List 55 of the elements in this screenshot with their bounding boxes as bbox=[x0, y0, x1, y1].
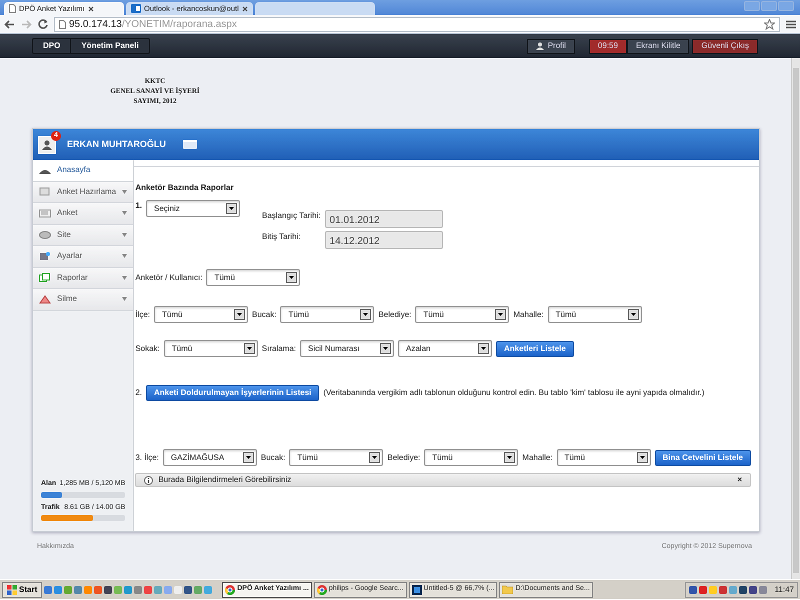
lock-screen-button[interactable]: Ekranı Kilitle bbox=[626, 38, 690, 54]
url-text: 95.0.174.13/YONETIM/raporana.aspx bbox=[69, 18, 237, 32]
field-label: Belediye: bbox=[378, 308, 412, 320]
dropdown[interactable]: Seçiniz bbox=[146, 200, 240, 217]
dropdown[interactable]: Tümü bbox=[415, 306, 510, 323]
dropdown[interactable]: Tümü bbox=[289, 449, 384, 466]
sidebar-item[interactable]: Raporlar bbox=[33, 268, 134, 289]
sidebar-item[interactable]: Ayarlar bbox=[33, 246, 134, 268]
user-name: ERKAN MUHTAROĞLU bbox=[67, 138, 167, 151]
dropdown[interactable]: Tümü bbox=[164, 340, 258, 357]
action-button[interactable]: Anketleri Listele bbox=[496, 340, 574, 356]
close-button[interactable]: × bbox=[737, 474, 742, 486]
field-label: Sıralama: bbox=[262, 342, 296, 354]
sidebar-item[interactable]: Anket Hazırlama bbox=[33, 182, 134, 203]
sidebar-item[interactable]: Anasayfa bbox=[33, 160, 134, 182]
dropdown[interactable]: Tümü bbox=[206, 269, 300, 286]
field-label: Bucak: bbox=[252, 308, 276, 320]
field-label: Başlangıç Tarihi: bbox=[262, 210, 321, 222]
date-field[interactable]: 01.01.2012 bbox=[324, 210, 443, 228]
clock-text: 11:47 bbox=[774, 584, 794, 596]
field-label: Bitiş Tarihi: bbox=[262, 231, 302, 243]
timer-text: 09:59 bbox=[588, 38, 627, 54]
field-label: İlçe: bbox=[135, 308, 150, 320]
field-label: 2. bbox=[135, 387, 142, 399]
field-label: Mahalle: bbox=[522, 452, 553, 464]
field-label: Mahalle: bbox=[513, 308, 544, 320]
field-label: (Veritabanında vergikim adlı tablonun olduğunu kontrol edin. Bu tablo 'kim' tablosu ile ayni yapıda olmalıdır.) bbox=[323, 387, 704, 399]
action-button[interactable]: Anketi Doldurulmayan İşyerlerinin Listesi bbox=[146, 385, 320, 401]
info-text: Burada Bilgilendirmeleri Görebilirsiniz bbox=[158, 474, 292, 486]
date-field[interactable]: 14.12.2012 bbox=[324, 231, 443, 249]
field-label: 3. İlçe: bbox=[135, 452, 159, 464]
sidebar-item[interactable]: Silme bbox=[33, 289, 134, 310]
breadcrumb-link[interactable]: DPO bbox=[33, 39, 70, 53]
start-button[interactable]: Start bbox=[2, 582, 42, 598]
field-label: Belediye: bbox=[387, 452, 420, 464]
address-bar[interactable]: 95.0.174.13/YONETIM/raporana.aspx bbox=[54, 16, 780, 32]
field-label: Bucak: bbox=[260, 452, 286, 464]
dropdown[interactable]: Tümü bbox=[154, 306, 248, 323]
dropdown[interactable]: Azalan bbox=[398, 340, 492, 357]
sidebar-item[interactable]: Anket bbox=[33, 203, 134, 224]
dropdown[interactable]: GAZİMAĞUSA bbox=[162, 449, 257, 466]
profile-button[interactable]: Profil bbox=[526, 38, 575, 54]
dropdown[interactable]: Sicil Numarası bbox=[300, 340, 394, 357]
dropdown[interactable]: Tümü bbox=[556, 449, 651, 466]
dropdown[interactable]: Tümü bbox=[548, 306, 642, 323]
field-label: Anketör / Kullanıcı: bbox=[135, 272, 202, 284]
dropdown[interactable]: Tümü bbox=[280, 306, 374, 323]
logout-button[interactable]: Güvenli Çıkış bbox=[692, 38, 758, 54]
action-button[interactable]: Bina Cetvelini Listele bbox=[654, 450, 751, 466]
step-number: 1. bbox=[135, 200, 142, 212]
dropdown[interactable]: Tümü bbox=[424, 449, 518, 466]
field-label: Sokak: bbox=[135, 342, 160, 354]
section-heading: Anketör Bazında Raporlar bbox=[135, 182, 235, 194]
sidebar-item[interactable]: Site bbox=[33, 224, 134, 246]
breadcrumb-link[interactable]: Yönetim Paneli bbox=[70, 39, 149, 53]
